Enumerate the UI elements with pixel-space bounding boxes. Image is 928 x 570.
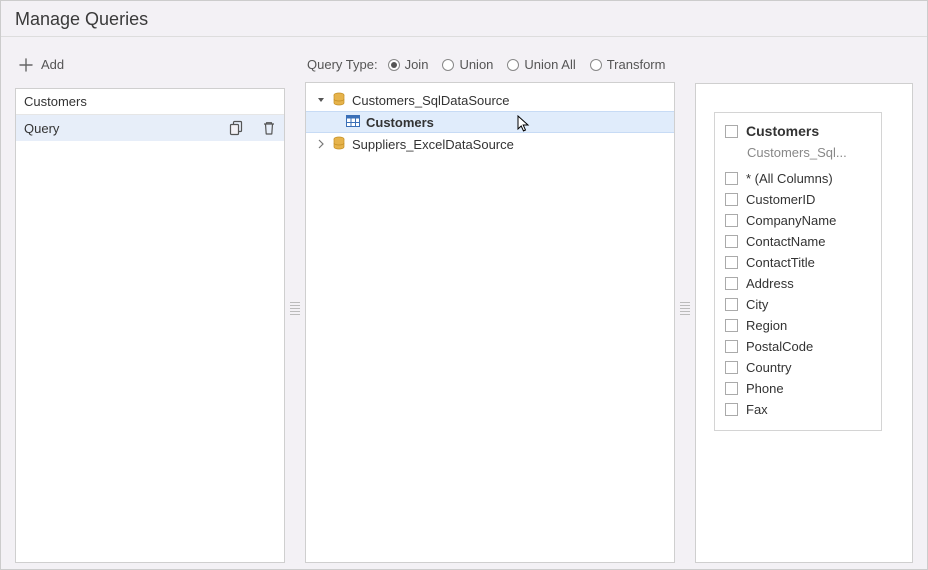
fields-box-title: Customers [746,123,819,139]
checkbox[interactable] [725,319,738,332]
radio-join[interactable]: Join [388,57,429,72]
field-row[interactable]: Phone [721,378,875,399]
checkbox[interactable] [725,340,738,353]
radio-union-all-label: Union All [524,57,575,72]
radio-transform-label: Transform [607,57,666,72]
fields-box-subtitle: Customers_Sql... [721,141,871,168]
checkbox[interactable] [725,235,738,248]
table-icon [346,115,360,130]
field-label: Address [746,276,794,291]
left-column: Add Customers Query [15,53,285,563]
checkbox[interactable] [725,277,738,290]
fields-box-header[interactable]: Customers [721,121,875,141]
checkbox[interactable] [725,382,738,395]
data-source-tree: Customers_SqlDataSource [306,83,674,161]
field-row[interactable]: Region [721,315,875,336]
queries-panel-title: Customers [16,89,284,115]
checkbox[interactable] [725,214,738,227]
query-type-row: Query Type: Join Union Union All Transfo… [305,53,675,82]
splitter-left[interactable] [285,53,305,563]
tree-node-label: Customers_SqlDataSource [352,93,510,108]
field-label: ContactName [746,234,825,249]
database-icon [332,136,346,153]
tree-node-label: Customers [366,115,434,130]
copy-icon[interactable] [228,119,246,137]
caret-right-icon[interactable] [316,139,326,149]
data-source-tree-panel: Customers_SqlDataSource [305,82,675,563]
splitter-right[interactable] [675,53,695,563]
tree-node-customers-table[interactable]: Customers [306,111,674,133]
database-icon [332,92,346,109]
field-label: CompanyName [746,213,836,228]
queries-panel: Customers Query [15,88,285,563]
field-row[interactable]: Address [721,273,875,294]
tree-node-customers-sql[interactable]: Customers_SqlDataSource [306,89,674,111]
middle-column: Query Type: Join Union Union All Transfo… [305,53,675,563]
tree-node-suppliers-excel[interactable]: Suppliers_ExcelDataSource [306,133,674,155]
query-type-label: Query Type: [307,57,378,72]
window-title: Manage Queries [1,1,927,37]
plus-icon [19,58,33,72]
query-item-label: Query [24,121,59,136]
field-row[interactable]: * (All Columns) [721,168,875,189]
field-row[interactable]: ContactTitle [721,252,875,273]
fields-box: Customers Customers_Sql... * (All Column… [714,112,882,431]
field-label: PostalCode [746,339,813,354]
field-row[interactable]: CompanyName [721,210,875,231]
field-row[interactable]: Country [721,357,875,378]
field-row[interactable]: Fax [721,399,875,420]
fields-panel: Customers Customers_Sql... * (All Column… [695,83,913,563]
field-label: * (All Columns) [746,171,833,186]
delete-icon[interactable] [260,119,278,137]
radio-union[interactable]: Union [442,57,493,72]
checkbox[interactable] [725,125,738,138]
field-label: Country [746,360,792,375]
checkbox[interactable] [725,403,738,416]
radio-transform[interactable]: Transform [590,57,666,72]
add-button[interactable]: Add [15,53,285,80]
field-row[interactable]: PostalCode [721,336,875,357]
field-row[interactable]: City [721,294,875,315]
query-list-item[interactable]: Query [16,115,284,141]
content-area: Add Customers Query [1,37,927,569]
field-label: ContactTitle [746,255,815,270]
radio-join-label: Join [405,57,429,72]
field-label: CustomerID [746,192,815,207]
add-label: Add [41,57,64,72]
field-row[interactable]: ContactName [721,231,875,252]
tree-node-label: Suppliers_ExcelDataSource [352,137,514,152]
field-label: Region [746,318,787,333]
manage-queries-window: Manage Queries Add Customers Query [0,0,928,570]
checkbox[interactable] [725,256,738,269]
caret-down-icon[interactable] [316,95,326,105]
field-row[interactable]: CustomerID [721,189,875,210]
radio-union-all[interactable]: Union All [507,57,575,72]
right-column: Customers Customers_Sql... * (All Column… [695,53,913,563]
field-label: City [746,297,768,312]
checkbox[interactable] [725,361,738,374]
field-label: Phone [746,381,784,396]
checkbox[interactable] [725,298,738,311]
field-label: Fax [746,402,768,417]
checkbox[interactable] [725,172,738,185]
checkbox[interactable] [725,193,738,206]
radio-union-label: Union [459,57,493,72]
